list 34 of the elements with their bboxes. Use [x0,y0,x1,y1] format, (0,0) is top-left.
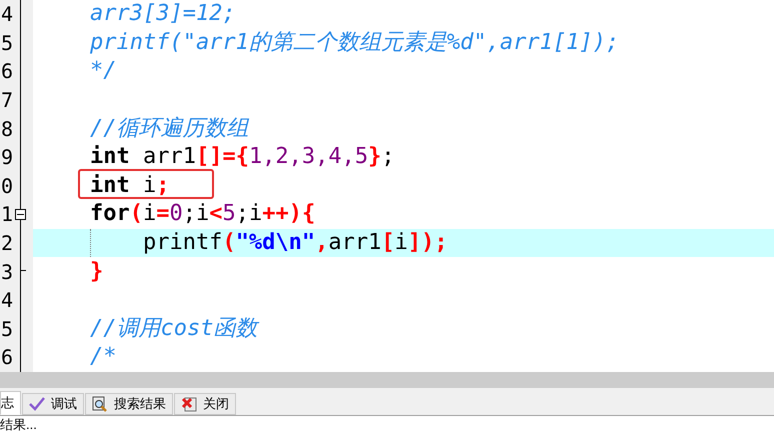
horizontal-scrollbar[interactable] [0,372,774,390]
line-number: 6 [1,347,14,368]
line-number: 2 [1,233,14,254]
code-line: arr3[3]=12; [88,3,236,26]
panel-tab[interactable]: 调试 [22,393,84,415]
close-icon [181,396,197,412]
search-icon [92,396,108,412]
fold-toggle[interactable] [15,209,26,220]
line-number: 4 [1,4,14,24]
output-text: 结果... [0,416,37,434]
code-line: int i; [88,174,170,197]
code-line: //调用cost函数 [88,318,258,340]
line-number: 0 [1,176,14,196]
panel-tab[interactable]: 志 [0,391,21,415]
line-number: 4 [1,290,14,310]
panel-tab[interactable]: 搜索结果 [85,393,173,415]
code-line: int arr1[]={1,2,3,4,5}; [88,146,395,168]
code-line: } [88,260,104,283]
code-line: */ [88,60,116,82]
line-number: 7 [1,90,14,110]
code-line: /* [88,346,116,368]
line-number: 6 [1,61,14,82]
line-number: 5 [1,32,14,53]
line-number: 3 [1,262,14,282]
code-line: //循环遍历数组 [88,118,248,140]
code-line: for(i=0;i<5;i++){ [88,203,316,226]
line-number: 1 [1,204,14,224]
line-number: 5 [1,318,14,339]
code-line: printf("arr1的第二个数组元素是%d",arr1[1]); [88,32,620,54]
line-number: 9 [1,147,14,168]
code-line: printf("%d\n",arr1[i]); [142,232,448,254]
check-icon [29,397,45,411]
panel-tab[interactable]: 关闭 [174,393,236,415]
line-number: 8 [1,118,14,139]
